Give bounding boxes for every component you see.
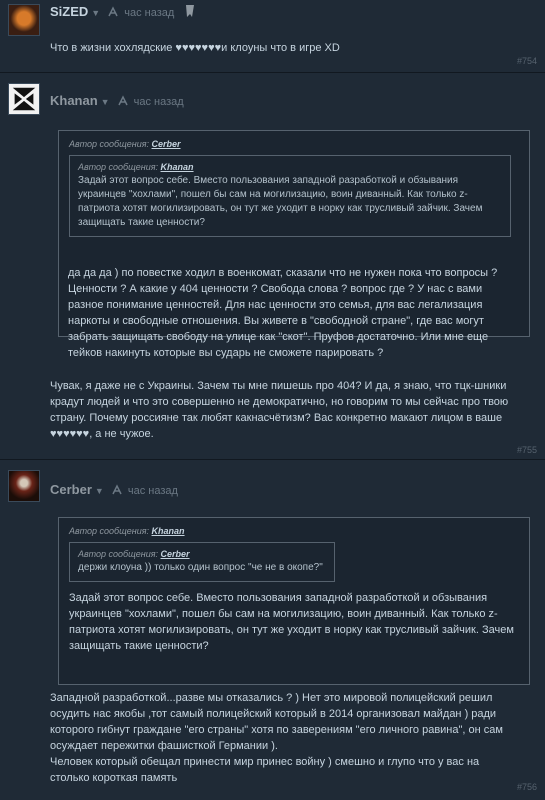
quoted-reply-text: да да да ) по повестке ходил в военкомат… bbox=[68, 267, 501, 359]
chevron-down-icon[interactable]: ▼ bbox=[101, 97, 110, 107]
comment-time: час назад bbox=[133, 96, 184, 108]
quoted-reply-text: Задай этот вопрос себе. Вместо пользован… bbox=[69, 592, 517, 652]
comment-number[interactable]: #755 bbox=[517, 445, 537, 455]
nested-quote-header: Автор сообщения: Cerber bbox=[78, 549, 190, 559]
quote-author[interactable]: Cerber bbox=[152, 139, 181, 149]
nested-quote-block: Автор сообщения: Cerber держи клоуна )) … bbox=[69, 542, 335, 582]
translate-icon[interactable] bbox=[108, 6, 119, 17]
comment-number[interactable]: #756 bbox=[517, 782, 537, 792]
nested-quote-author[interactable]: Khanan bbox=[161, 162, 194, 172]
chevron-down-icon[interactable]: ▼ bbox=[91, 8, 100, 18]
comment-text: Что в жизни хохлядские ♥♥♥♥♥♥♥и клоуны ч… bbox=[50, 42, 340, 54]
quote-block: Автор сообщения: Khanan Автор сообщения:… bbox=[58, 517, 530, 685]
nested-quote-block: Автор сообщения: Khanan Задай этот вопро… bbox=[69, 155, 511, 237]
avatar[interactable] bbox=[8, 4, 40, 36]
nested-quote-header: Автор сообщения: Khanan bbox=[78, 162, 194, 172]
comment-text: Чувак, я даже не с Украины. Зачем ты мне… bbox=[50, 380, 512, 440]
comment-754: SiZED ▼ час назад Что в жизни хохлядские ♥… bbox=[0, 0, 545, 72]
nested-quote-text: Задай этот вопрос себе. Вместо пользован… bbox=[78, 175, 486, 228]
comment-time: час назад bbox=[127, 485, 178, 497]
quote-header: Автор сообщения: Khanan bbox=[69, 526, 185, 536]
translate-icon[interactable] bbox=[112, 484, 123, 495]
award-icon[interactable] bbox=[184, 4, 196, 18]
author-name[interactable]: Khanan bbox=[50, 93, 98, 108]
comment-author-line: Khanan ▼ час назад bbox=[50, 93, 184, 108]
comment-author-line: SiZED ▼ час назад bbox=[50, 4, 196, 19]
comment-author-line: Cerber ▼ час назад bbox=[50, 482, 178, 497]
avatar[interactable] bbox=[8, 470, 40, 502]
nested-quote-author[interactable]: Cerber bbox=[161, 549, 190, 559]
quote-author[interactable]: Khanan bbox=[152, 526, 185, 536]
comment-time: час назад bbox=[124, 7, 175, 19]
translate-icon[interactable] bbox=[117, 95, 129, 106]
comment-number[interactable]: #754 bbox=[517, 56, 537, 66]
comment-756: Cerber ▼ час назад Автор сообщения: Khanan… bbox=[0, 460, 545, 800]
author-name[interactable]: Cerber bbox=[50, 482, 92, 497]
nested-quote-text: держи клоуна )) только один вопрос "че н… bbox=[78, 562, 323, 573]
quote-header: Автор сообщения: Cerber bbox=[69, 139, 181, 149]
comment-text: Западной разработкой...разве мы отказали… bbox=[50, 692, 503, 784]
comment-755: Khanan ▼ час назад Автор сообщения: Cerber… bbox=[0, 73, 545, 459]
avatar[interactable] bbox=[8, 83, 40, 115]
chevron-down-icon[interactable]: ▼ bbox=[95, 486, 104, 496]
author-name[interactable]: SiZED bbox=[50, 4, 88, 19]
